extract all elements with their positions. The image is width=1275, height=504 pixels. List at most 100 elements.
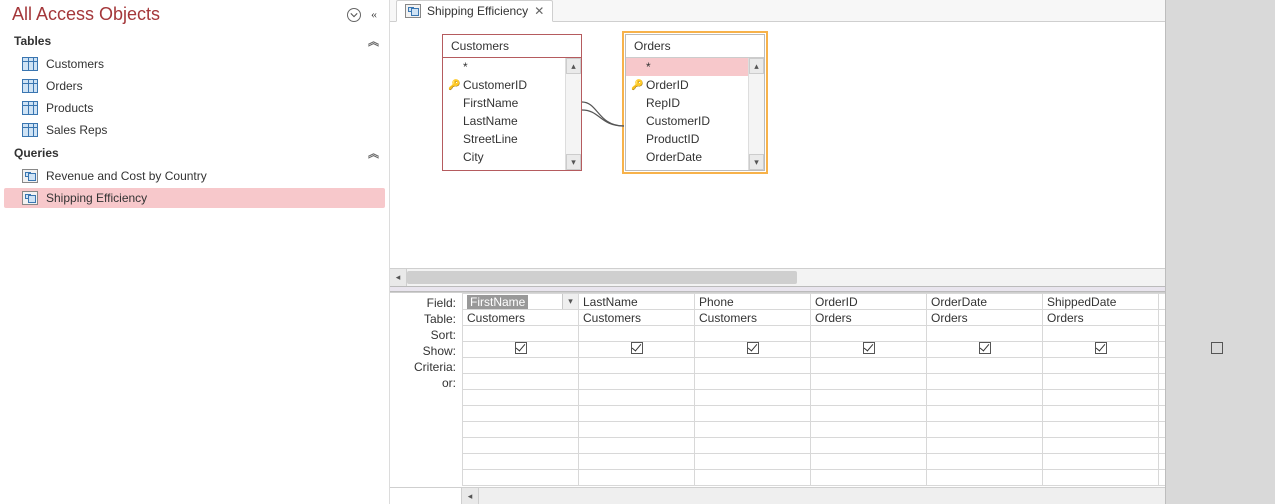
qbe-cell[interactable] — [695, 406, 811, 422]
qbe-cell[interactable] — [1159, 294, 1275, 310]
qbe-cell[interactable]: Orders — [811, 310, 927, 326]
nav-item-customers[interactable]: Customers — [4, 54, 385, 74]
qbe-cell[interactable] — [463, 438, 579, 454]
field-firstname[interactable]: FirstName — [443, 94, 581, 112]
scroll-track[interactable] — [407, 269, 1275, 286]
query-design-surface[interactable]: Customers * 🔑CustomerID FirstName LastNa… — [390, 22, 1275, 268]
qbe-cell[interactable] — [811, 422, 927, 438]
nav-item-shipping[interactable]: Shipping Efficiency — [4, 188, 385, 208]
scroll-left-icon[interactable]: ◂ — [462, 488, 479, 504]
qbe-cell[interactable] — [927, 406, 1043, 422]
qbe-cell[interactable] — [463, 454, 579, 470]
close-icon[interactable]: ✕ — [534, 5, 544, 17]
scroll-down-icon[interactable]: ▾ — [566, 154, 581, 170]
design-hscrollbar[interactable]: ◂ — [390, 268, 1275, 286]
qbe-cell[interactable] — [579, 374, 695, 390]
qbe-cell[interactable] — [579, 454, 695, 470]
field-repid[interactable]: RepID — [626, 94, 764, 112]
field-city[interactable]: City — [443, 148, 581, 166]
field-list-scrollbar[interactable]: ▴▾ — [748, 58, 764, 170]
show-checkbox[interactable] — [631, 342, 643, 354]
qbe-cell[interactable] — [1043, 358, 1159, 374]
collapse-icon[interactable]: ︽ — [368, 145, 379, 161]
show-checkbox[interactable] — [1095, 342, 1107, 354]
qbe-cell[interactable] — [695, 454, 811, 470]
qbe-cell[interactable] — [811, 326, 927, 342]
qbe-cell[interactable] — [463, 470, 579, 486]
collapse-icon[interactable]: ︽ — [368, 33, 379, 49]
qbe-cell[interactable]: OrderID — [811, 294, 927, 310]
dropdown-icon[interactable]: ▾ — [562, 294, 578, 309]
qbe-cell[interactable] — [1043, 342, 1159, 358]
show-checkbox[interactable] — [747, 342, 759, 354]
field-productid[interactable]: ProductID — [626, 130, 764, 148]
qbe-cell[interactable] — [1043, 326, 1159, 342]
qbe-cell[interactable]: Phone — [695, 294, 811, 310]
qbe-cell[interactable] — [579, 326, 695, 342]
group-header-tables[interactable]: Tables ︽ — [0, 29, 389, 53]
qbe-cell[interactable] — [579, 358, 695, 374]
show-checkbox[interactable] — [863, 342, 875, 354]
qbe-cell[interactable] — [1043, 406, 1159, 422]
qbe-cell[interactable] — [463, 390, 579, 406]
nav-title[interactable]: All Access Objects — [12, 4, 347, 25]
field-orderdate[interactable]: OrderDate — [626, 148, 764, 166]
pane-resize-grip[interactable] — [1165, 0, 1275, 504]
qbe-cell[interactable] — [463, 406, 579, 422]
qbe-cell[interactable] — [695, 422, 811, 438]
qbe-cell[interactable] — [811, 406, 927, 422]
tab-shipping-efficiency[interactable]: Shipping Efficiency ✕ — [396, 0, 553, 22]
field-customerid[interactable]: CustomerID — [626, 112, 764, 130]
qbe-cell[interactable] — [811, 454, 927, 470]
qbe-cell[interactable]: ShippedDate — [1043, 294, 1159, 310]
qbe-cell[interactable]: LastName — [579, 294, 695, 310]
scroll-down-icon[interactable]: ▾ — [749, 154, 764, 170]
qbe-cell[interactable]: OrderDate — [927, 294, 1043, 310]
qbe-cell[interactable] — [695, 390, 811, 406]
show-checkbox[interactable] — [979, 342, 991, 354]
field-orderid[interactable]: 🔑OrderID — [626, 76, 764, 94]
qbe-cell[interactable] — [1043, 438, 1159, 454]
qbe-cell[interactable] — [463, 326, 579, 342]
nav-item-revenue[interactable]: Revenue and Cost by Country — [4, 166, 385, 186]
qbe-cell[interactable] — [579, 470, 695, 486]
qbe-cell[interactable]: Customers — [695, 310, 811, 326]
qbe-cell[interactable] — [927, 422, 1043, 438]
scroll-up-icon[interactable]: ▴ — [749, 58, 764, 74]
qbe-cell[interactable] — [927, 374, 1043, 390]
qbe-cell[interactable] — [1043, 390, 1159, 406]
qbe-cell[interactable] — [695, 374, 811, 390]
qbe-cell[interactable] — [463, 342, 579, 358]
qbe-cell[interactable] — [463, 358, 579, 374]
qbe-cell[interactable] — [1043, 470, 1159, 486]
qbe-cell[interactable] — [811, 358, 927, 374]
nav-item-products[interactable]: Products — [4, 98, 385, 118]
qbe-cell[interactable] — [927, 390, 1043, 406]
qbe-cell[interactable] — [811, 374, 927, 390]
qbe-cell[interactable]: Orders — [1043, 310, 1159, 326]
qbe-cell[interactable] — [695, 342, 811, 358]
nav-menu-icon[interactable] — [347, 8, 361, 22]
table-box-customers[interactable]: Customers * 🔑CustomerID FirstName LastNa… — [442, 34, 582, 171]
scroll-thumb[interactable] — [407, 271, 797, 284]
qbe-cell[interactable] — [1043, 422, 1159, 438]
qbe-cell[interactable] — [927, 454, 1043, 470]
field-star[interactable]: * — [443, 58, 581, 76]
qbe-cell[interactable]: Customers — [463, 310, 579, 326]
group-header-queries[interactable]: Queries ︽ — [0, 141, 389, 165]
scroll-left-icon[interactable]: ◂ — [390, 269, 407, 286]
qbe-cell[interactable] — [463, 422, 579, 438]
field-customerid[interactable]: 🔑CustomerID — [443, 76, 581, 94]
scroll-up-icon[interactable]: ▴ — [566, 58, 581, 74]
qbe-cell[interactable]: Orders — [927, 310, 1043, 326]
qbe-cell[interactable] — [927, 326, 1043, 342]
qbe-cell[interactable] — [695, 358, 811, 374]
qbe-cell[interactable] — [927, 342, 1043, 358]
qbe-cell[interactable] — [695, 470, 811, 486]
qbe-cell[interactable] — [579, 422, 695, 438]
qbe-cell[interactable] — [811, 342, 927, 358]
qbe-cell[interactable]: FirstName▾ — [463, 294, 579, 310]
qbe-cell[interactable] — [579, 406, 695, 422]
qbe-cell[interactable] — [695, 438, 811, 454]
field-star[interactable]: * — [626, 58, 764, 76]
